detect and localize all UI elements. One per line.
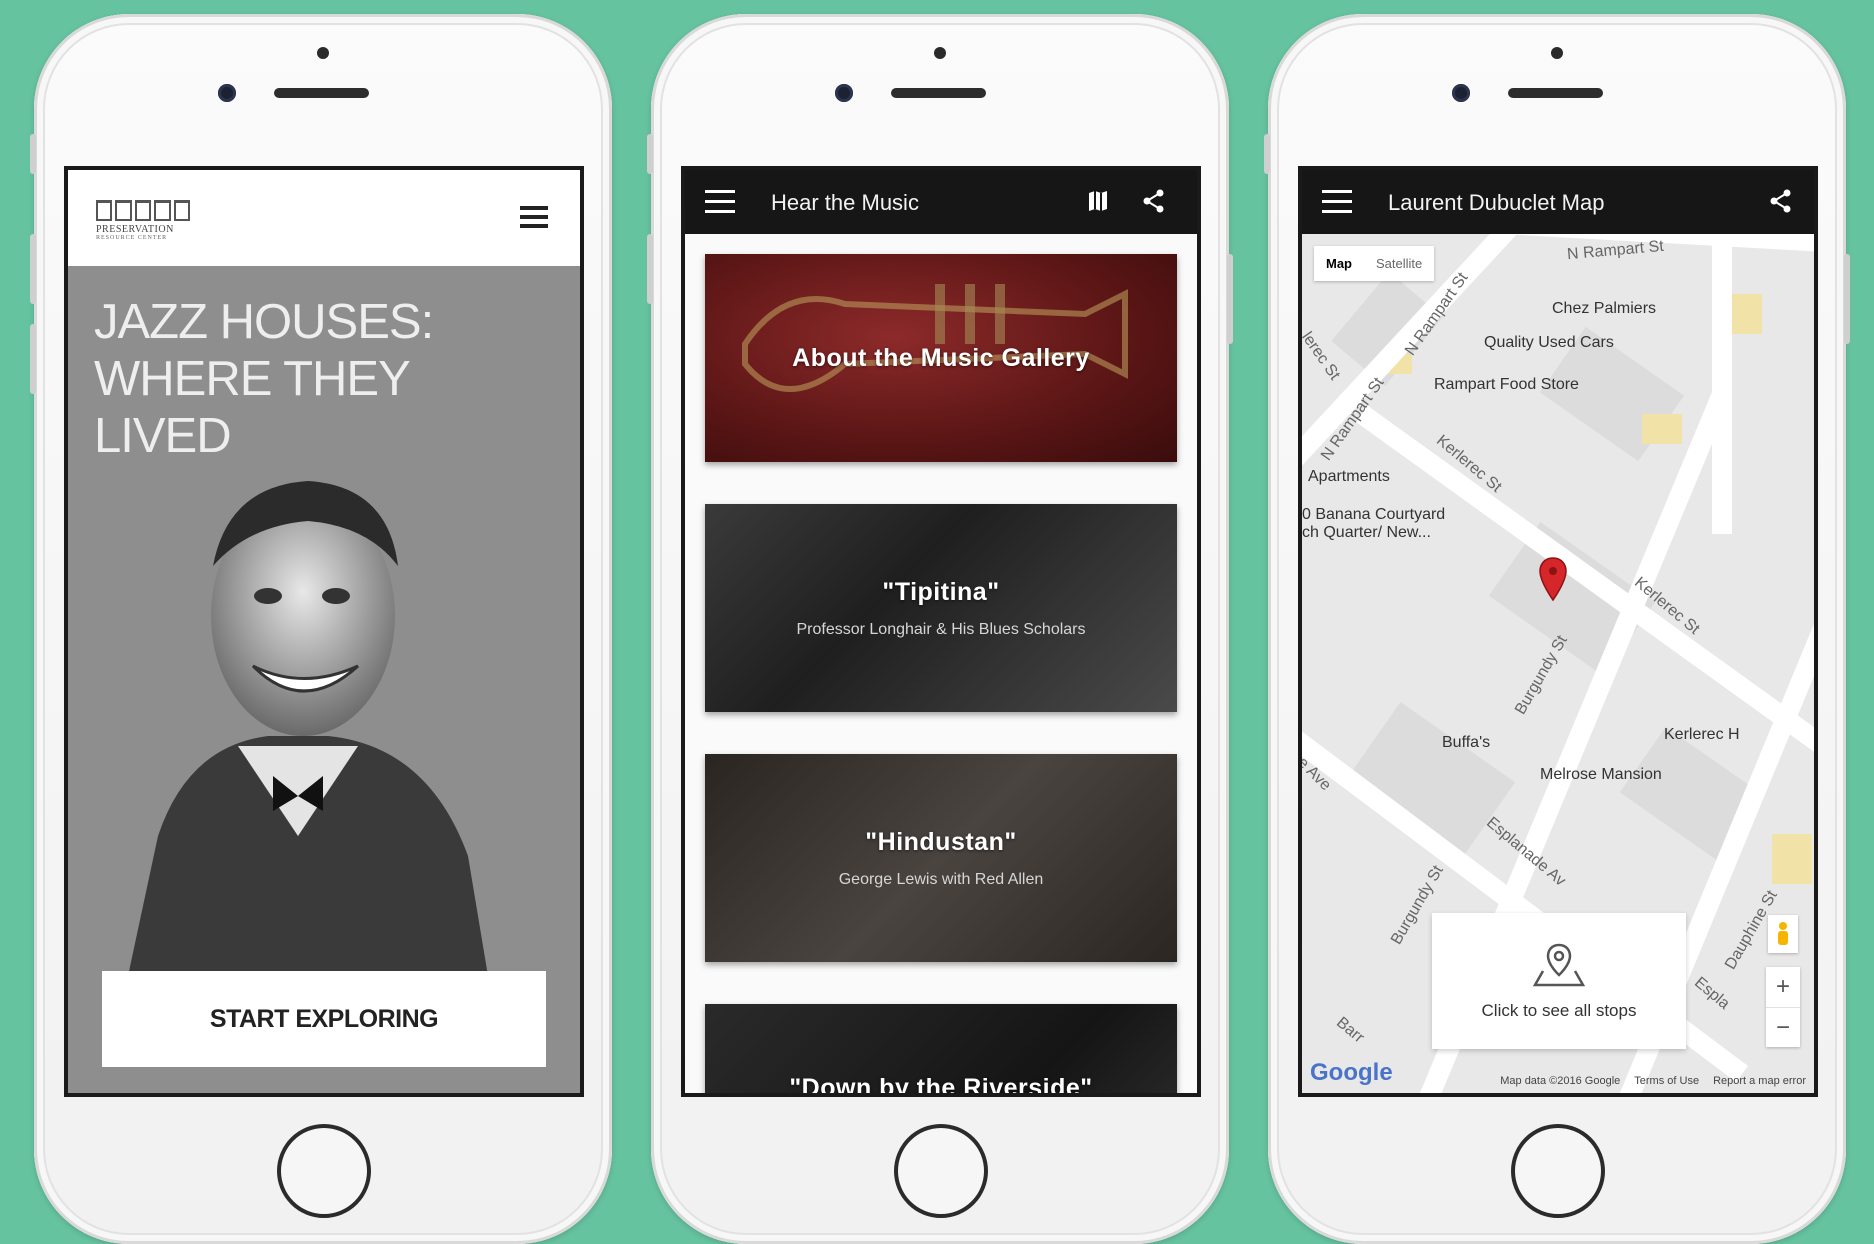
map-data-credit: Map data ©2016 Google — [1500, 1075, 1621, 1087]
earpiece-speaker — [274, 88, 369, 98]
hamburger-menu-icon[interactable] — [1322, 190, 1352, 213]
location-pin-icon[interactable] — [1538, 556, 1568, 602]
app-bar: Hear the Music — [685, 170, 1197, 234]
see-all-stops-card[interactable]: Click to see all stops — [1432, 913, 1686, 1049]
front-camera — [1452, 84, 1470, 102]
app-bar: Laurent Dubuclet Map — [1302, 170, 1814, 234]
list-item[interactable]: "Tipitina" Professor Longhair & His Blue… — [705, 504, 1177, 712]
place-label[interactable]: Apartments — [1308, 468, 1390, 486]
place-label[interactable]: Rampart Food Store — [1434, 376, 1579, 394]
share-icon[interactable] — [1141, 188, 1167, 214]
card-subtitle: George Lewis with Red Allen — [838, 870, 1044, 888]
home-button[interactable] — [277, 1124, 371, 1218]
place-label[interactable]: Melrose Mansion — [1540, 766, 1662, 784]
zoom-in-button[interactable]: + — [1766, 967, 1800, 1008]
zoom-controls: + − — [1766, 967, 1800, 1047]
logo-subtext: RESOURCE CENTER — [96, 235, 168, 241]
card-title: "Tipitina" — [882, 577, 1000, 606]
screen-map: Laurent Dubuclet Map Map Satellite N Ram… — [1298, 166, 1818, 1097]
hamburger-menu-icon[interactable] — [705, 190, 735, 213]
place-label[interactable]: Kerlerec H — [1664, 726, 1740, 744]
list-item[interactable]: "Down by the Riverside" — [705, 1004, 1177, 1097]
sensor-dot — [934, 47, 946, 59]
card-title: "Down by the Riverside" — [789, 1074, 1093, 1097]
map-view[interactable]: Map Satellite N Rampart St N Rampart St … — [1302, 234, 1814, 1093]
hamburger-menu-icon[interactable] — [520, 206, 548, 228]
sensor-dot — [1551, 47, 1563, 59]
app-bar-title: Laurent Dubuclet Map — [1388, 190, 1605, 215]
earpiece-speaker — [1508, 88, 1603, 98]
place-label[interactable]: 0 Banana Courtyard — [1302, 506, 1445, 524]
logo-houses-icon — [96, 200, 191, 221]
front-camera — [218, 84, 236, 102]
phone-frame-2: Hear the Music About the Music Gallery "… — [647, 14, 1233, 1244]
share-icon[interactable] — [1768, 188, 1794, 214]
see-all-stops-label: Click to see all stops — [1481, 1001, 1637, 1020]
map-type-map-button[interactable]: Map — [1314, 246, 1364, 281]
map-icon[interactable] — [1085, 188, 1111, 214]
screen-home: PRESERVATION RESOURCE CENTER JAZZ HOUSES… — [64, 166, 584, 1097]
home-button[interactable] — [894, 1124, 988, 1218]
hero-section: JAZZ HOUSES: WHERE THEY LIVED START EXPL… — [68, 266, 580, 1093]
front-camera — [835, 84, 853, 102]
logo-text: PRESERVATION — [96, 224, 174, 235]
card-title: About the Music Gallery — [792, 343, 1090, 372]
portrait-illustration — [128, 481, 488, 976]
home-button[interactable] — [1511, 1124, 1605, 1218]
google-logo: Google — [1310, 1059, 1393, 1086]
site-header: PRESERVATION RESOURCE CENTER — [68, 170, 580, 266]
zoom-out-button[interactable]: − — [1766, 1008, 1800, 1048]
app-bar-title: Hear the Music — [771, 190, 919, 215]
music-list: About the Music Gallery "Tipitina" Profe… — [685, 234, 1197, 1093]
place-label[interactable]: Buffa's — [1442, 734, 1490, 752]
preservation-logo[interactable]: PRESERVATION RESOURCE CENTER — [96, 200, 191, 241]
sensor-dot — [317, 47, 329, 59]
card-title: "Hindustan" — [865, 827, 1017, 856]
phone-frame-1: PRESERVATION RESOURCE CENTER JAZZ HOUSES… — [30, 14, 612, 1244]
list-item[interactable]: "Hindustan" George Lewis with Red Allen — [705, 754, 1177, 962]
report-map-error-link[interactable]: Report a map error — [1713, 1075, 1806, 1087]
map-type-toggle: Map Satellite — [1314, 246, 1435, 281]
start-exploring-button[interactable]: START EXPLORING — [102, 971, 546, 1067]
card-subtitle: Professor Longhair & His Blues Scholars — [796, 620, 1086, 638]
street-view-pegman-icon[interactable] — [1768, 915, 1798, 953]
map-type-satellite-button[interactable]: Satellite — [1364, 246, 1434, 281]
place-label[interactable]: Chez Palmiers — [1552, 300, 1656, 318]
earpiece-speaker — [891, 88, 986, 98]
screen-hear-the-music: Hear the Music About the Music Gallery "… — [681, 166, 1201, 1097]
place-label[interactable]: ch Quarter/ New... — [1302, 524, 1431, 542]
map-marker-outline-icon — [1533, 943, 1585, 987]
place-label[interactable]: Quality Used Cars — [1484, 334, 1614, 352]
terms-of-use-link[interactable]: Terms of Use — [1634, 1075, 1699, 1087]
map-attribution: Map data ©2016 Google Terms of Use Repor… — [1500, 1075, 1806, 1087]
list-item[interactable]: About the Music Gallery — [705, 254, 1177, 462]
phone-frame-3: Laurent Dubuclet Map Map Satellite N Ram… — [1264, 14, 1850, 1244]
